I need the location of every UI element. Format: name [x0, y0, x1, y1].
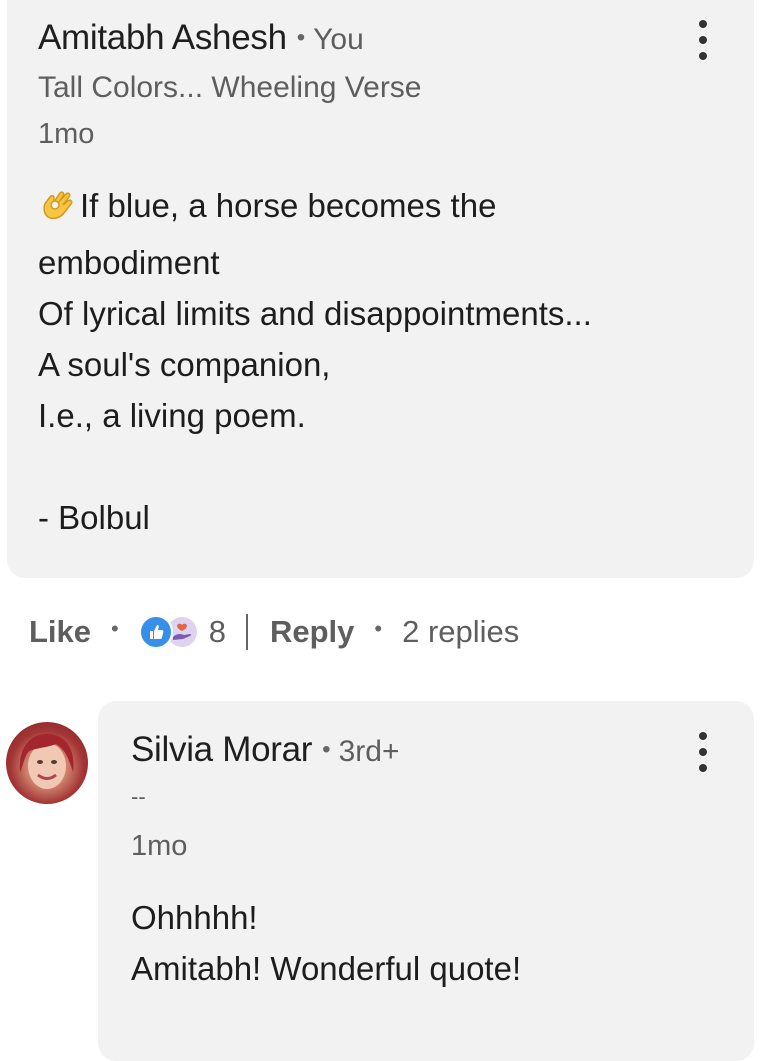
reply-author-row: Silvia Morar • 3rd+ — [131, 730, 399, 770]
separator-dot: • — [374, 616, 383, 641]
reactions-summary[interactable] — [138, 615, 199, 649]
reply-author-degree: 3rd+ — [338, 735, 400, 768]
separator-dot: • — [322, 736, 331, 763]
reply-button[interactable]: Reply — [270, 614, 354, 650]
ok-hand-emoji-icon — [38, 183, 78, 237]
reply-body: Ohhhhh! Amitabh! Wonderful quote! — [131, 899, 522, 987]
reply-author-headline: -- — [131, 784, 146, 809]
reply-author-name[interactable]: Silvia Morar — [131, 730, 312, 770]
comment-author-row: Amitabh Ashesh • You — [38, 18, 364, 58]
comment-body: If blue, a horse becomes the embodiment … — [38, 180, 592, 543]
separator-dot: • — [111, 616, 119, 641]
comment-body-text: If blue, a horse becomes the embodiment … — [38, 187, 592, 536]
more-options-icon[interactable] — [693, 20, 713, 60]
comment-author-headline: Tall Colors... Wheeling Verse — [38, 71, 422, 104]
like-reaction-icon — [138, 615, 173, 649]
like-button[interactable]: Like — [29, 614, 91, 650]
comment-author-name[interactable]: Amitabh Ashesh — [38, 18, 287, 58]
reaction-count[interactable]: 8 — [209, 614, 226, 650]
comment-author-degree: You — [313, 23, 364, 56]
replies-count-link[interactable]: 2 replies — [402, 614, 519, 650]
reply-timestamp: 1mo — [131, 830, 188, 862]
avatar[interactable] — [6, 722, 88, 804]
divider — [245, 614, 248, 650]
comment-action-bar: Like • 8 Reply • 2 replies — [29, 608, 519, 656]
separator-dot: • — [296, 24, 306, 51]
reply-more-options-icon[interactable] — [693, 732, 713, 772]
comment-timestamp: 1mo — [38, 118, 95, 150]
